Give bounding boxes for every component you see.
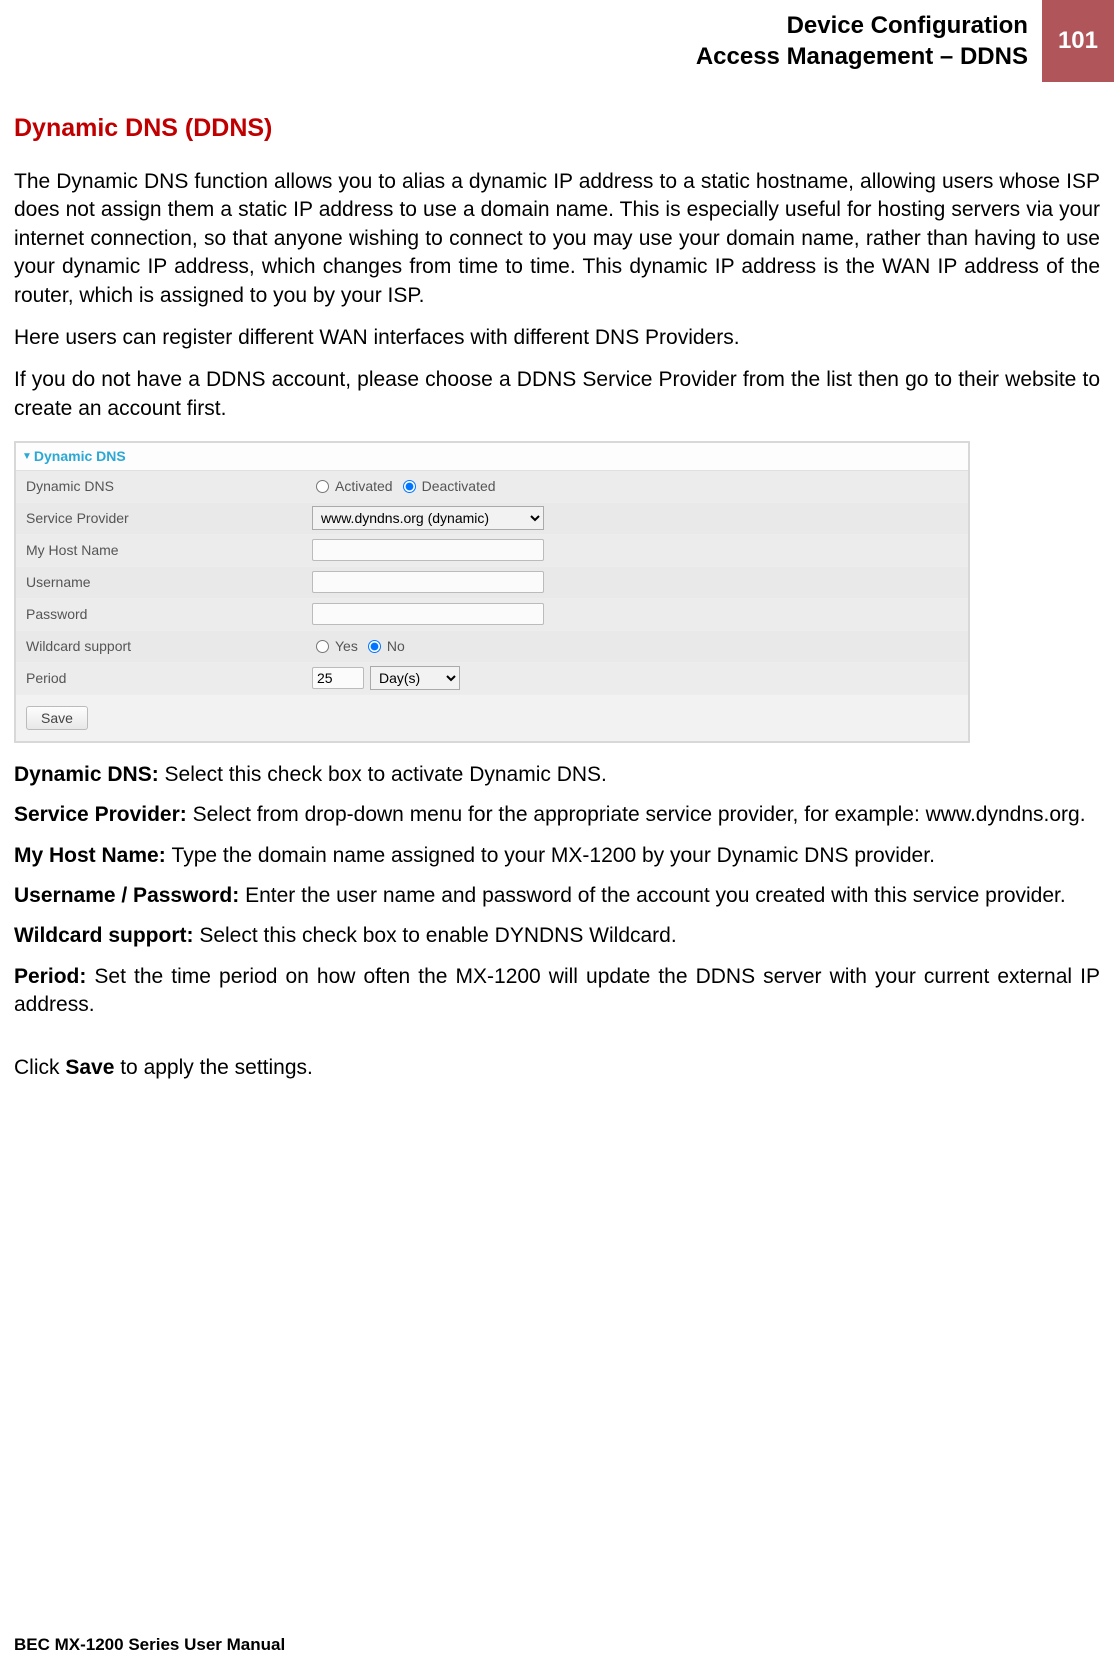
section-title: Dynamic DNS (DDNS) xyxy=(14,112,1100,146)
desc-wildcard: Wildcard support: Select this check box … xyxy=(14,922,1100,950)
row-save: Save xyxy=(16,695,968,741)
select-period-unit[interactable]: Day(s) xyxy=(370,666,460,690)
desc-service-provider: Service Provider: Select from drop-down … xyxy=(14,801,1100,829)
page-header: Device Configuration Access Management –… xyxy=(0,0,1114,82)
header-title-block: Device Configuration Access Management –… xyxy=(696,0,1042,82)
closing-bold: Save xyxy=(65,1056,114,1079)
desc-dynamic-dns-val: Select this check box to activate Dynami… xyxy=(165,763,607,786)
footer-text: BEC MX-1200 Series User Manual xyxy=(14,1634,285,1657)
intro-para-1: The Dynamic DNS function allows you to a… xyxy=(14,168,1100,310)
desc-period: Period: Set the time period on how often… xyxy=(14,963,1100,1020)
closing-post: to apply the settings. xyxy=(114,1056,312,1079)
desc-dynamic-dns: Dynamic DNS: Select this check box to ac… xyxy=(14,761,1100,789)
label-username: Username xyxy=(16,569,306,596)
panel-header: ▼ Dynamic DNS xyxy=(16,443,968,471)
desc-wc-val: Select this check box to enable DYNDNS W… xyxy=(199,924,676,947)
desc-host-key: My Host Name: xyxy=(14,844,172,867)
desc-hostname: My Host Name: Type the domain name assig… xyxy=(14,842,1100,870)
desc-wc-key: Wildcard support: xyxy=(14,924,199,947)
row-dynamic-dns: Dynamic DNS Activated Deactivated xyxy=(16,471,968,503)
header-line2: Access Management – DDNS xyxy=(696,41,1028,72)
row-password: Password xyxy=(16,599,968,631)
header-line1: Device Configuration xyxy=(696,10,1028,41)
label-hostname: My Host Name xyxy=(16,537,306,564)
select-service-provider[interactable]: www.dyndns.org (dynamic) xyxy=(312,506,544,530)
row-period: Period Day(s) xyxy=(16,663,968,695)
radio-wildcard-no-label: No xyxy=(387,637,405,656)
save-button[interactable]: Save xyxy=(26,706,88,730)
row-hostname: My Host Name xyxy=(16,535,968,567)
input-password[interactable] xyxy=(312,603,544,625)
desc-up-key: Username / Password: xyxy=(14,884,245,907)
label-dynamic-dns: Dynamic DNS xyxy=(16,473,306,500)
row-username: Username xyxy=(16,567,968,599)
desc-up-val: Enter the user name and password of the … xyxy=(245,884,1066,907)
closing-pre: Click xyxy=(14,1056,65,1079)
row-service-provider: Service Provider www.dyndns.org (dynamic… xyxy=(16,503,968,535)
intro-para-2: Here users can register different WAN in… xyxy=(14,324,1100,352)
desc-userpass: Username / Password: Enter the user name… xyxy=(14,882,1100,910)
radio-wildcard-yes[interactable] xyxy=(316,640,329,653)
radio-activated[interactable] xyxy=(316,480,329,493)
label-service-provider: Service Provider xyxy=(16,505,306,532)
page-number: 101 xyxy=(1042,0,1114,82)
radio-deactivated-label: Deactivated xyxy=(422,477,496,496)
desc-period-val: Set the time period on how often the MX-… xyxy=(14,965,1100,1016)
input-username[interactable] xyxy=(312,571,544,593)
desc-sp-val: Select from drop-down menu for the appro… xyxy=(193,803,1086,826)
desc-dynamic-dns-key: Dynamic DNS: xyxy=(14,763,165,786)
ddns-settings-panel: ▼ Dynamic DNS Dynamic DNS Activated Deac… xyxy=(14,441,970,743)
label-period: Period xyxy=(16,665,306,692)
disclosure-triangle-icon: ▼ xyxy=(22,450,32,464)
radio-activated-label: Activated xyxy=(335,477,393,496)
desc-host-val: Type the domain name assigned to your MX… xyxy=(172,844,935,867)
desc-period-key: Period: xyxy=(14,965,94,988)
closing-instruction: Click Save to apply the settings. xyxy=(14,1054,1100,1082)
input-hostname[interactable] xyxy=(312,539,544,561)
intro-para-3: If you do not have a DDNS account, pleas… xyxy=(14,366,1100,423)
label-password: Password xyxy=(16,601,306,628)
label-wildcard: Wildcard support xyxy=(16,633,306,660)
radio-wildcard-yes-label: Yes xyxy=(335,637,358,656)
row-wildcard: Wildcard support Yes No xyxy=(16,631,968,663)
radio-wildcard-no[interactable] xyxy=(368,640,381,653)
input-period-value[interactable] xyxy=(312,667,364,689)
panel-title: Dynamic DNS xyxy=(34,447,126,466)
desc-sp-key: Service Provider: xyxy=(14,803,193,826)
radio-deactivated[interactable] xyxy=(403,480,416,493)
